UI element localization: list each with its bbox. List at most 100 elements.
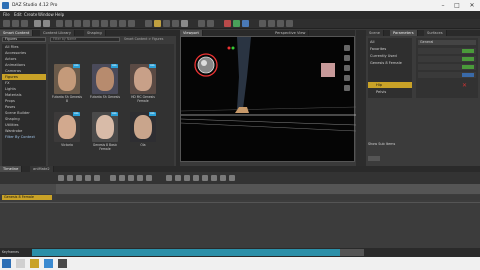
camera-icon[interactable] — [163, 20, 170, 27]
prev-frame-icon[interactable] — [67, 175, 73, 181]
start-icon[interactable] — [2, 259, 11, 268]
group-item[interactable]: Currently Used — [370, 54, 397, 58]
property-row[interactable]: General — [418, 40, 476, 45]
tween-bezier-icon[interactable] — [202, 175, 208, 181]
move-tool-icon[interactable] — [65, 20, 72, 27]
slider-row[interactable] — [418, 48, 476, 54]
snap-icon[interactable] — [207, 20, 214, 27]
file-explorer-icon[interactable] — [30, 259, 39, 268]
open-icon[interactable] — [12, 20, 19, 27]
content-thumbnail[interactable]: ALL — [54, 64, 80, 94]
content-thumbnail[interactable]: ALL — [54, 112, 80, 142]
render-icon[interactable] — [224, 20, 231, 27]
geometry-editor-icon[interactable] — [119, 20, 126, 27]
undo-icon[interactable] — [34, 20, 41, 27]
timeline-ruler[interactable] — [0, 184, 480, 194]
group-item[interactable]: Genesis 8 Female — [370, 61, 402, 65]
menu-edit[interactable]: Edit — [14, 12, 22, 17]
right-side-tab-strip[interactable] — [356, 30, 366, 166]
layout-icon[interactable] — [268, 20, 275, 27]
next-frame-icon[interactable] — [85, 175, 91, 181]
go-start-icon[interactable] — [58, 175, 64, 181]
figure-icon[interactable] — [172, 20, 179, 27]
spot-render-icon[interactable] — [242, 20, 249, 27]
tree-item-selected[interactable]: Hip — [368, 82, 412, 88]
loop-icon[interactable] — [146, 175, 152, 181]
pan-icon — [344, 45, 350, 51]
slider-value — [462, 57, 474, 61]
align-icon[interactable] — [198, 20, 205, 27]
rotate-tool-icon[interactable] — [74, 20, 81, 27]
group-item[interactable]: All — [370, 40, 374, 44]
menu-create[interactable]: Create — [24, 12, 37, 17]
light-icon[interactable] — [154, 20, 161, 27]
close-button[interactable]: ✕ — [465, 2, 479, 10]
content-thumbnail[interactable]: ALL — [130, 64, 156, 94]
select-tool-icon[interactable] — [56, 20, 63, 27]
slider-row[interactable] — [418, 64, 476, 70]
scale-tool-icon[interactable] — [83, 20, 90, 27]
play-icon[interactable] — [76, 175, 82, 181]
category-dropdown[interactable]: Figures — [2, 37, 46, 42]
filter-by-context-toggle[interactable]: Filter By Context — [2, 134, 46, 140]
tree-item[interactable]: Pelvis — [376, 90, 386, 94]
menu-file[interactable]: File — [3, 12, 10, 17]
track-label[interactable]: Genesis 8 Female — [2, 195, 52, 200]
tween-tcb-icon[interactable] — [184, 175, 190, 181]
help-icon[interactable] — [286, 20, 293, 27]
key-copy-icon[interactable] — [128, 175, 134, 181]
delete-icon[interactable]: ✕ — [462, 82, 470, 89]
axis-x — [227, 46, 231, 50]
3d-viewport[interactable] — [180, 36, 357, 162]
key-remove-icon[interactable] — [119, 175, 125, 181]
menu-help[interactable]: Help — [55, 12, 64, 17]
figure-preview — [134, 67, 152, 91]
iray-preview-icon[interactable] — [233, 20, 240, 27]
search-icon[interactable] — [16, 259, 25, 268]
filter-input[interactable]: Filter by Name — [50, 37, 120, 42]
new-icon[interactable] — [3, 20, 10, 27]
thumbnail-label: Futanta Sh Genesis — [90, 95, 120, 99]
morph-loader-icon[interactable] — [259, 20, 266, 27]
primitive-icon[interactable] — [145, 20, 152, 27]
maximize-button[interactable]: □ — [450, 2, 464, 10]
redo-icon[interactable] — [43, 20, 50, 27]
daz-taskbar-icon[interactable] — [58, 259, 67, 268]
tween-hermite-icon[interactable] — [193, 175, 199, 181]
content-thumbnail[interactable]: ALL — [130, 112, 156, 142]
surface-tool-icon[interactable] — [110, 20, 117, 27]
track-lane[interactable] — [56, 195, 480, 200]
go-end-icon[interactable] — [94, 175, 100, 181]
tween-ease-icon[interactable] — [211, 175, 217, 181]
tween-linear-icon[interactable] — [166, 175, 172, 181]
pane-options-button[interactable] — [368, 156, 380, 161]
universal-tool-icon[interactable] — [92, 20, 99, 27]
menu-window[interactable]: Window — [38, 12, 54, 17]
thumbnail-label: Futanta Sh Genesis 8 — [52, 95, 82, 103]
window-title: DAZ Studio 4.12 Pro — [12, 3, 58, 8]
content-thumbnail[interactable]: ALL — [92, 64, 118, 94]
group-item[interactable]: Favorites — [370, 47, 386, 51]
badge: ALL — [111, 64, 118, 68]
show-sub-items-checkbox[interactable]: Show Sub Items — [368, 142, 395, 146]
content-thumbnail[interactable]: ALL — [92, 112, 118, 142]
tween-step-icon[interactable] — [220, 175, 226, 181]
key-add-icon[interactable] — [110, 175, 116, 181]
save-icon[interactable] — [21, 20, 28, 27]
property-sliders: General ✕ — [416, 38, 478, 98]
slider-row[interactable] — [418, 56, 476, 62]
roll-icon — [344, 85, 350, 91]
slider-row[interactable] — [418, 72, 476, 78]
keyframe-strip[interactable] — [32, 249, 362, 256]
pane-options-icon[interactable] — [277, 20, 284, 27]
key-paste-icon[interactable] — [137, 175, 143, 181]
tween-constant-icon[interactable] — [175, 175, 181, 181]
joint-editor-icon[interactable] — [101, 20, 108, 27]
browser-icon[interactable] — [44, 259, 53, 268]
tween-options-icon[interactable] — [229, 175, 235, 181]
content-grid: ALL Futanta Sh Genesis 8 ALL Futanta Sh … — [48, 44, 174, 166]
render-settings-icon[interactable] — [181, 20, 188, 27]
track-divider — [0, 202, 480, 203]
minimize-button[interactable]: – — [436, 2, 450, 10]
node-weight-icon[interactable] — [128, 20, 135, 27]
